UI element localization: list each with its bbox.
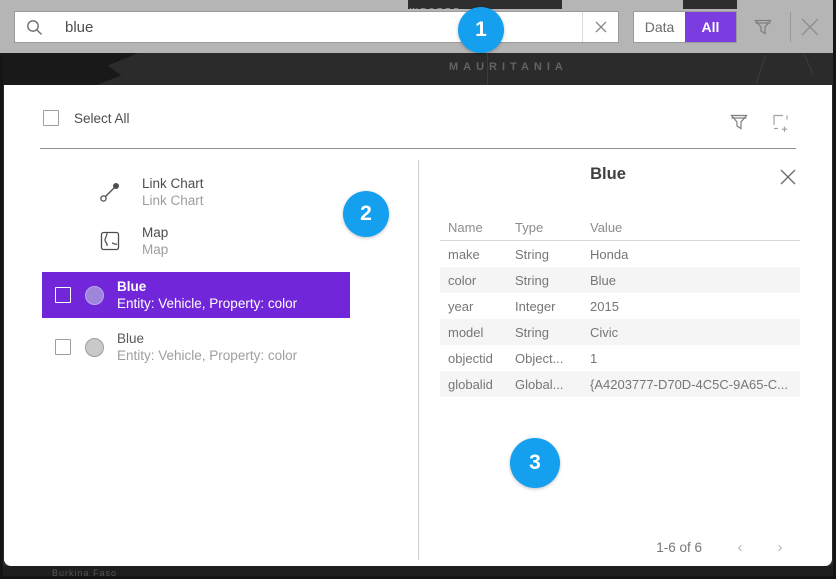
attribute-table: Name Type Value make String Honda color … [440, 214, 800, 397]
scope-option-data[interactable]: Data [634, 12, 685, 42]
close-search-icon[interactable] [797, 15, 823, 39]
detail-close-icon[interactable] [777, 166, 799, 188]
result-subtitle: Entity: Vehicle, Property: color [117, 296, 297, 311]
map-label-western-partial: WESTER [410, 7, 462, 9]
result-subtitle: Entity: Vehicle, Property: color [117, 348, 297, 363]
search-scope-toggle: Data All [633, 11, 737, 43]
map-icon [92, 225, 128, 257]
entity-circle-icon [85, 286, 104, 305]
pagination-range: 1-6 of 6 [656, 540, 702, 555]
results-filter-icon[interactable] [727, 111, 751, 133]
column-header-name: Name [440, 220, 515, 235]
filter-icon[interactable] [751, 16, 775, 38]
map-border-line [755, 56, 765, 85]
search-icon [15, 19, 53, 36]
result-subtitle: Map [142, 242, 168, 257]
panel-vertical-divider [418, 160, 419, 560]
cell-name: color [440, 273, 515, 288]
map-background-upper: MAURITANIA [0, 53, 836, 85]
result-title: Link Chart [142, 176, 204, 191]
map-label-mauritania: MAURITANIA [449, 61, 568, 73]
column-header-type: Type [515, 220, 590, 235]
annotation-badge-2: 2 [343, 191, 389, 237]
cell-type: String [515, 273, 590, 288]
detail-title: Blue [418, 165, 798, 184]
result-title: Blue [117, 279, 297, 294]
table-row: color String Blue [440, 267, 800, 293]
result-title: Blue [117, 331, 297, 346]
scope-option-all[interactable]: All [685, 12, 736, 42]
pagination: 1-6 of 6 ‹ › [560, 536, 800, 558]
annotation-badge-1: 1 [458, 7, 504, 53]
table-row: globalid Global... {A4203777-D70D-4C5C-9… [440, 371, 800, 397]
select-all-checkbox[interactable] [43, 110, 59, 126]
cell-name: objectid [440, 351, 515, 366]
table-header-row: Name Type Value [440, 214, 800, 240]
cell-value: Civic [590, 325, 800, 340]
add-to-selection-icon[interactable] [768, 111, 792, 133]
table-row: make String Honda [440, 241, 800, 267]
table-row: objectid Object... 1 [440, 345, 800, 371]
cell-name: globalid [440, 377, 515, 392]
app-window: MAURITANIA Burkina Faso WESTER Data All [0, 0, 836, 579]
chevron-right-icon[interactable]: › [760, 539, 800, 556]
window-edge-left [0, 57, 3, 579]
cell-value: Blue [590, 273, 800, 288]
table-row: year Integer 2015 [440, 293, 800, 319]
search-toolbar: WESTER Data All [0, 0, 833, 53]
cell-name: make [440, 247, 515, 262]
clear-search-button[interactable] [582, 12, 618, 42]
result-subtitle: Link Chart [142, 193, 204, 208]
map-country-shape [0, 53, 138, 85]
panel-separator [40, 148, 796, 149]
chevron-left-icon[interactable]: ‹ [720, 539, 760, 556]
select-all-label: Select All [74, 111, 130, 126]
cell-value: {A4203777-D70D-4C5C-9A65-C... [590, 377, 800, 392]
cell-type: Integer [515, 299, 590, 314]
search-input-container [14, 11, 619, 43]
result-item-link-chart[interactable]: Link Chart Link Chart [42, 176, 350, 208]
cell-type: Global... [515, 377, 590, 392]
cell-value: Honda [590, 247, 800, 262]
cell-type: Object... [515, 351, 590, 366]
result-checkbox[interactable] [55, 287, 71, 303]
cell-value: 2015 [590, 299, 800, 314]
toolbar-divider [790, 12, 791, 42]
result-title: Map [142, 225, 168, 240]
cell-value: 1 [590, 351, 800, 366]
cell-type: String [515, 325, 590, 340]
entity-circle-icon [85, 338, 104, 357]
result-checkbox[interactable] [55, 339, 71, 355]
select-all-row: Select All [43, 110, 130, 126]
cell-type: String [515, 247, 590, 262]
cell-name: year [440, 299, 515, 314]
annotation-badge-3: 3 [510, 438, 560, 488]
map-border-line [804, 54, 814, 75]
link-chart-icon [92, 176, 128, 208]
result-item-blue-selected[interactable]: Blue Entity: Vehicle, Property: color [42, 272, 350, 318]
result-item-map[interactable]: Map Map [42, 225, 350, 257]
map-bleed-patch [683, 0, 737, 9]
column-header-value: Value [590, 220, 800, 235]
cell-name: model [440, 325, 515, 340]
result-item-blue[interactable]: Blue Entity: Vehicle, Property: color [42, 324, 350, 370]
table-row: model String Civic [440, 319, 800, 345]
